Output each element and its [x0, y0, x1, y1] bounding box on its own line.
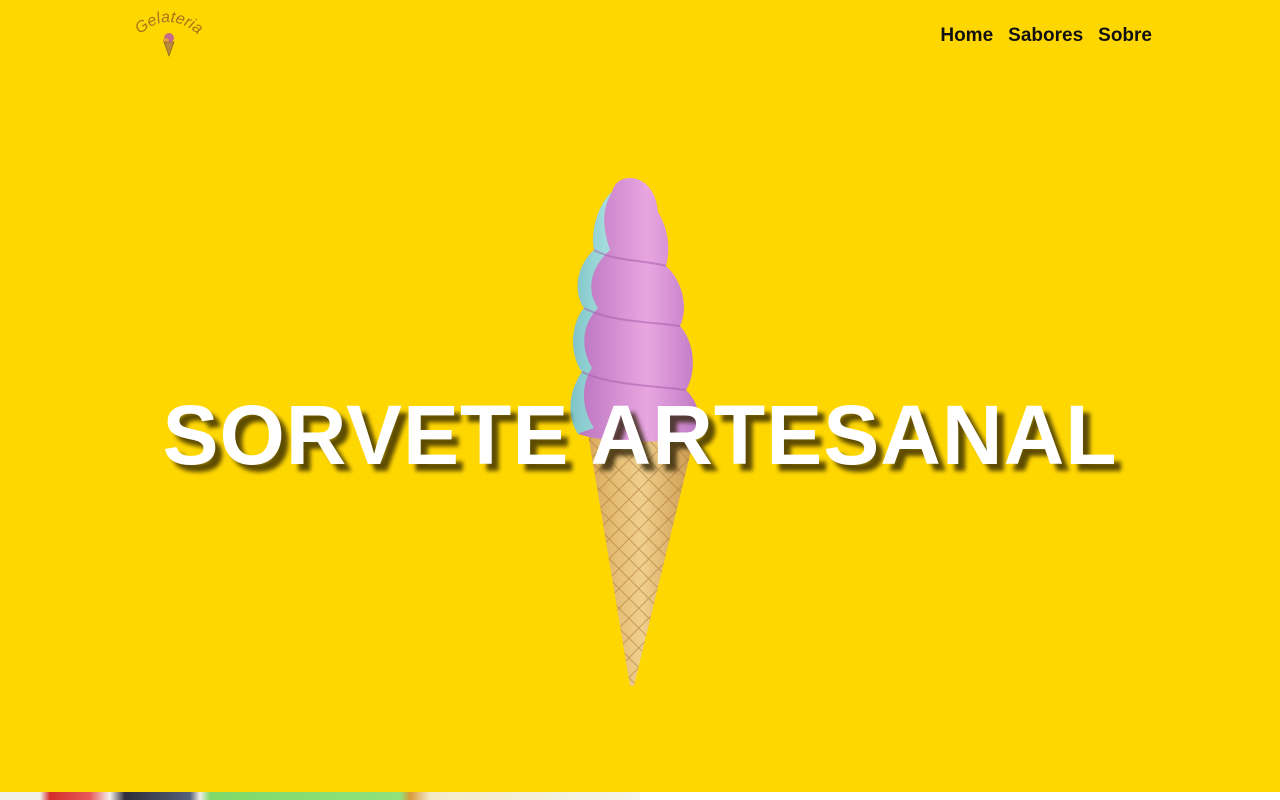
- flavors-image-preview: [0, 792, 640, 800]
- next-section-preview: [0, 792, 1280, 800]
- main-nav: Home Sabores Sobre: [940, 24, 1152, 48]
- nav-home[interactable]: Home: [940, 24, 993, 48]
- nav-sobre[interactable]: Sobre: [1098, 24, 1152, 48]
- gelateria-logo: Gelateria: [132, 10, 206, 57]
- nav-sabores[interactable]: Sabores: [1008, 24, 1083, 48]
- hero-title: SORVETE ARTESANAL: [162, 388, 1118, 482]
- hero-section: SORVETE ARTESANAL: [0, 72, 1280, 792]
- logo-cone-icon: [163, 33, 175, 57]
- logo-link[interactable]: Gelateria: [128, 10, 208, 60]
- white-panel: [640, 792, 1280, 800]
- page: Gelateria Home Sabores Sobre SORVETE ART…: [0, 0, 1280, 800]
- site-header: Gelateria Home Sabores Sobre: [0, 0, 1280, 72]
